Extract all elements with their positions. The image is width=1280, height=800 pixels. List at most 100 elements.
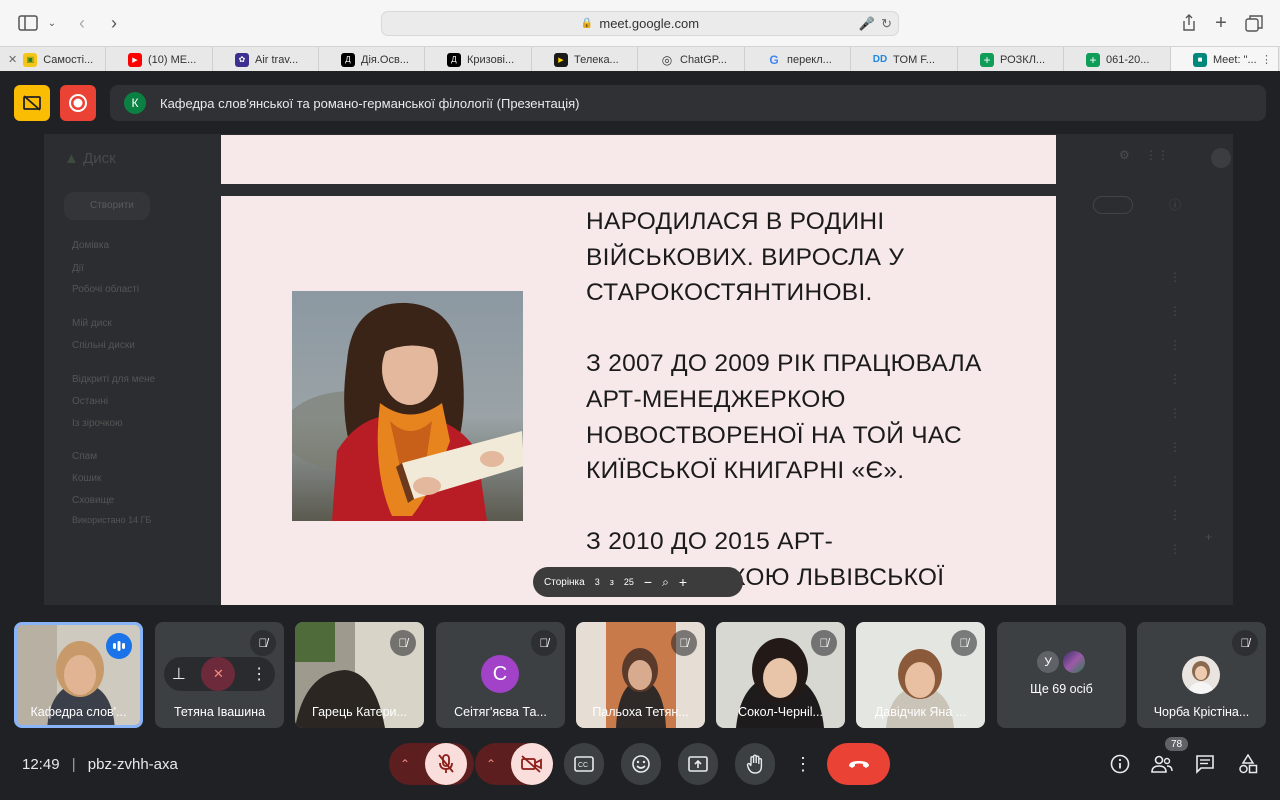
meeting-details-button[interactable] <box>1108 752 1132 776</box>
sidebar-toggle-icon[interactable] <box>16 11 40 35</box>
close-icon[interactable]: ✕ <box>8 53 17 66</box>
video-options-button[interactable]: ⌃ <box>486 757 496 771</box>
avatar: У <box>1037 651 1059 673</box>
participant-tile[interactable]: 🎙̸ Сокол-Чернil... <box>716 622 845 728</box>
info-icon <box>1110 754 1130 774</box>
tab-item[interactable]: DD TOM F... <box>851 47 958 72</box>
chatgpt-icon: ◎ <box>661 52 673 67</box>
tab-item[interactable]: + РОЗКЛ... <box>958 47 1064 72</box>
tab-item-active[interactable]: ■ Meet: "... ⋮ <box>1171 47 1279 72</box>
chat-button[interactable] <box>1193 752 1217 776</box>
participant-name: Сеітяг'яєва Та... <box>454 705 547 719</box>
participant-tile[interactable]: 🎙̸ Чорба Крістіна... <box>1137 622 1266 728</box>
camera-toggle-button[interactable] <box>511 743 553 785</box>
separator: | <box>71 756 76 773</box>
present-button[interactable] <box>678 743 718 785</box>
drive-nav-item: Кошик <box>72 473 102 484</box>
create-button: Створити <box>64 192 150 220</box>
tab-item[interactable]: ◎ ChatGP... <box>638 47 745 72</box>
avatar <box>1063 651 1085 673</box>
sheets-icon: + <box>980 52 994 67</box>
people-button[interactable] <box>1150 752 1174 776</box>
drive-nav-item: Домівка <box>72 240 110 251</box>
drive-nav-item: Дії <box>72 263 84 274</box>
more-options-button[interactable]: ⋮ <box>792 743 814 785</box>
forward-icon[interactable]: › <box>102 11 126 35</box>
participant-name: Чорба Крістіна... <box>1153 705 1250 719</box>
recording-button[interactable] <box>60 85 96 121</box>
more-icon: ⋮ <box>1169 542 1181 556</box>
more-participants-tile[interactable]: У Ще 69 осіб <box>997 622 1126 728</box>
more-options-icon[interactable]: ⋮ <box>251 664 267 684</box>
zoom-in-icon[interactable]: + <box>679 574 687 590</box>
tab-label: TOM F... <box>893 53 935 66</box>
participant-name: Тетяна Івашина <box>173 705 266 719</box>
mic-toggle-button[interactable] <box>425 743 467 785</box>
captions-button[interactable]: CC <box>564 743 604 785</box>
slide-paragraph: НАРОДИЛАСЯ В РОДИНІ ВІЙСЬКОВИХ. ВИРОСЛА … <box>586 208 905 307</box>
presentation-title-bar: К Кафедра слов'янської та романо-германс… <box>110 85 1266 121</box>
diia-icon: Д <box>341 52 355 67</box>
tab-item[interactable]: G перекл... <box>745 47 851 72</box>
participant-tile[interactable]: 🎙̸ ⊥ ✕ ⋮ Тетяна Івашина <box>155 622 284 728</box>
participant-tile[interactable]: 🎙̸ Давідчик Яна ... <box>856 622 985 728</box>
share-icon[interactable] <box>1177 11 1201 35</box>
zoom-out-icon[interactable]: − <box>644 574 652 590</box>
zoom-icon[interactable]: ⌕ <box>662 575 669 590</box>
tab-label: Телека... <box>574 53 619 66</box>
participant-name: Давідчик Яна ... <box>874 705 967 719</box>
youtube-icon: ▶ <box>128 52 142 67</box>
raise-hand-button[interactable] <box>735 743 775 785</box>
participant-tile[interactable]: Кафедра слов'... <box>14 622 143 728</box>
sheets-icon: + <box>1086 52 1100 67</box>
stop-presenting-button[interactable] <box>14 85 50 121</box>
participant-tile[interactable]: С 🎙̸ Сеітяг'яєва Та... <box>436 622 565 728</box>
chat-icon <box>1196 755 1214 774</box>
url-text: meet.google.com <box>599 16 700 31</box>
mic-icon[interactable]: 🎤 <box>859 16 875 32</box>
emoji-button[interactable] <box>621 743 661 785</box>
page-number[interactable]: 3 <box>595 577 600 587</box>
back-icon[interactable]: ‹ <box>70 11 94 35</box>
more-icon: ⋮ <box>1169 372 1181 386</box>
more-icon: ⋮ <box>1169 304 1181 318</box>
hand-icon <box>746 754 763 774</box>
leave-call-button[interactable] <box>827 743 890 785</box>
drive-nav-item: Мій диск <box>72 318 112 329</box>
tab-overview-icon[interactable] <box>1242 11 1266 35</box>
tab-item[interactable]: ▶ Телека... <box>532 47 638 72</box>
pin-icon[interactable]: ⊥ <box>172 664 186 684</box>
muted-icon: 🎙̸ <box>811 630 837 656</box>
new-tab-icon[interactable]: + <box>1209 11 1233 35</box>
mute-participant-icon[interactable]: ✕ <box>201 657 236 691</box>
drive-sidebar-ghost: ▲ Диск Створити Домівка Дії Робочі облас… <box>44 134 220 605</box>
doc-icon: DD <box>872 54 888 65</box>
tab-label: Meet: "... <box>1213 53 1257 66</box>
record-icon <box>69 94 87 112</box>
chevron-down-icon[interactable]: ⌄ <box>40 11 64 35</box>
drive-nav-item: Відкриті для мене <box>72 374 156 385</box>
muted-icon: 🎙̸ <box>390 630 416 656</box>
audio-options-button[interactable]: ⌃ <box>400 757 410 771</box>
clock: 12:49 <box>22 756 60 773</box>
participant-tile[interactable]: 🎙̸ Гарець Катери... <box>295 622 424 728</box>
meet-icon: ■ <box>1193 52 1207 67</box>
address-bar[interactable]: 🔒 meet.google.com 🎤 ↻ <box>381 11 899 36</box>
tab-item[interactable]: Д Кризові... <box>425 47 532 72</box>
reload-icon[interactable]: ↻ <box>881 16 892 32</box>
tab-item[interactable]: ▶ (10) МЕ... <box>106 47 213 72</box>
participant-name: Пальоха Тетян... <box>592 705 689 719</box>
activities-button[interactable] <box>1236 752 1260 776</box>
participant-tile[interactable]: 🎙̸ Пальоха Тетян... <box>576 622 705 728</box>
meeting-info: 12:49 | pbz-zvhh-axa <box>22 756 178 773</box>
tab-item[interactable]: Д Дія.Осв... <box>319 47 425 72</box>
tab-item[interactable]: ✕ ▣ Самості... <box>0 47 106 72</box>
more-icon: ⋮ <box>1169 338 1181 352</box>
tab-strip: ✕ ▣ Самості... ▶ (10) МЕ... ✿ Air trav..… <box>0 46 1280 72</box>
tab-item[interactable]: + 061-20... <box>1064 47 1171 72</box>
tab-item[interactable]: ✿ Air trav... <box>213 47 319 72</box>
people-icon <box>1151 755 1173 773</box>
page-label: Сторінка <box>544 576 585 588</box>
storage-text: Використано 14 ГБ <box>72 515 152 525</box>
more-tabs-icon[interactable]: ⋮ <box>1261 53 1272 66</box>
